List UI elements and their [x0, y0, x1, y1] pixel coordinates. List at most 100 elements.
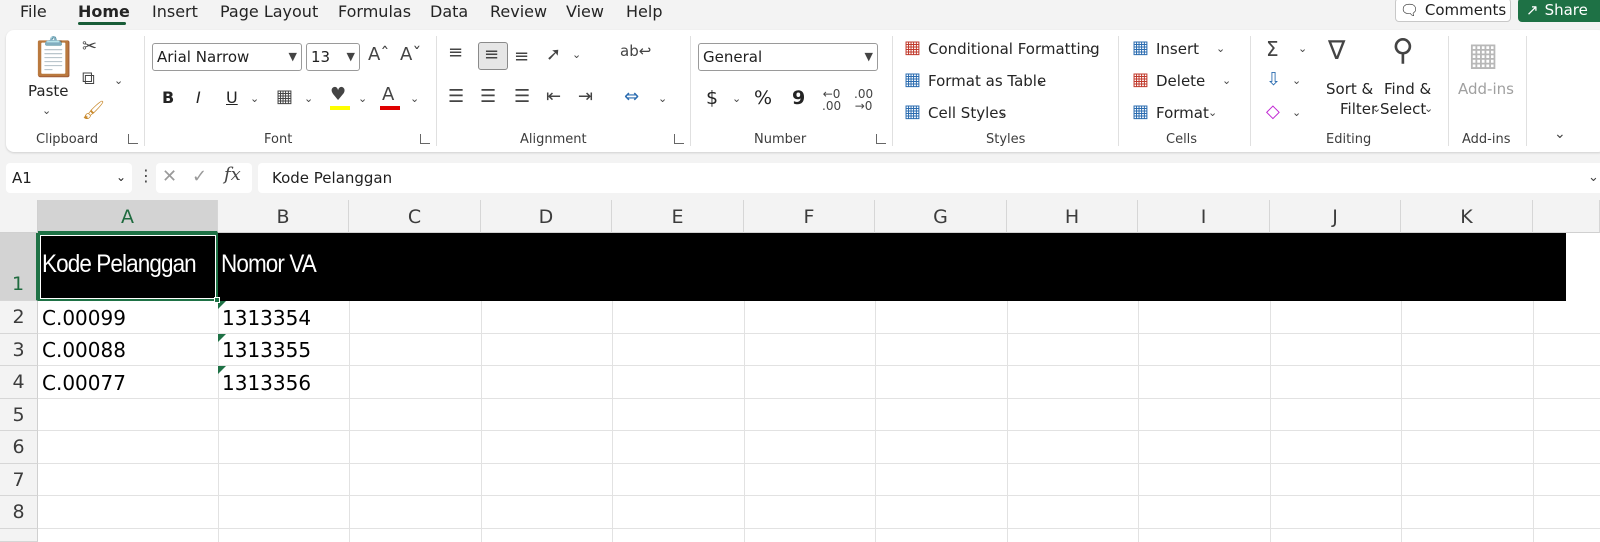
cell-b2[interactable]: 1313354: [222, 306, 311, 330]
cell-b4[interactable]: 1313356: [222, 371, 311, 395]
sort-filter-label-line1[interactable]: Sort &: [1326, 80, 1373, 98]
name-box[interactable]: A1 ⌄: [6, 163, 132, 193]
tab-review[interactable]: Review: [490, 2, 547, 21]
column-header-c[interactable]: C: [349, 200, 481, 233]
autosum-icon[interactable]: Σ: [1266, 39, 1279, 59]
chevron-down-icon[interactable]: ⌄: [304, 92, 313, 105]
orientation-icon[interactable]: ➚: [546, 46, 561, 64]
chevron-down-icon[interactable]: ⌄: [410, 92, 419, 105]
underline-button[interactable]: U: [226, 88, 238, 107]
chevron-down-icon[interactable]: ⌄: [572, 48, 581, 61]
row-header-4[interactable]: 4: [0, 366, 38, 399]
number-as-text-warning-icon[interactable]: [218, 366, 226, 374]
column-header-e[interactable]: E: [612, 200, 744, 233]
tab-view[interactable]: View: [566, 2, 604, 21]
decrease-decimal-icon[interactable]: .00 →0: [854, 88, 873, 112]
align-middle-icon[interactable]: ≡: [484, 46, 499, 64]
column-header-j[interactable]: J: [1270, 200, 1401, 233]
chevron-down-icon[interactable]: ⌄: [1036, 74, 1045, 87]
decrease-indent-icon[interactable]: ⇤: [546, 88, 561, 106]
align-left-icon[interactable]: ☰: [448, 88, 464, 106]
font-family-select[interactable]: Arial Narrow ▼: [152, 43, 302, 71]
chevron-down-icon[interactable]: ⌄: [42, 104, 51, 117]
dialog-launcher-icon[interactable]: l: [876, 134, 886, 144]
chevron-down-icon[interactable]: ⌄: [1424, 102, 1433, 115]
column-header-d[interactable]: D: [481, 200, 612, 233]
cell-a2[interactable]: C.00099: [42, 306, 126, 330]
cell-styles-button[interactable]: Cell Styles: [928, 104, 1006, 122]
number-format-select[interactable]: General ▼: [698, 43, 878, 71]
format-as-table-button[interactable]: Format as Table: [928, 72, 1046, 90]
add-ins-button[interactable]: Add-ins: [1458, 80, 1514, 98]
insert-function-icon[interactable]: fx: [224, 166, 241, 184]
increase-font-icon[interactable]: Aˆ: [368, 46, 389, 64]
paste-button[interactable]: Paste: [28, 82, 69, 100]
chevron-down-icon[interactable]: ⌄: [1222, 74, 1231, 87]
increase-decimal-icon[interactable]: ←0.00: [822, 88, 841, 112]
chevron-down-icon[interactable]: ⌄: [1208, 106, 1217, 119]
tab-home[interactable]: Home: [78, 2, 130, 21]
column-header-f[interactable]: F: [744, 200, 875, 233]
tab-data[interactable]: Data: [430, 2, 468, 21]
tab-page-layout[interactable]: Page Layout: [220, 2, 318, 21]
chevron-down-icon[interactable]: ⌄: [1216, 42, 1225, 55]
share-button[interactable]: ↗ Share: [1518, 0, 1600, 22]
tab-insert[interactable]: Insert: [152, 2, 198, 21]
fill-handle[interactable]: [214, 297, 220, 303]
enter-icon[interactable]: ✓: [192, 168, 207, 186]
cell-b1[interactable]: Nomor VA: [221, 250, 317, 279]
bold-button[interactable]: B: [162, 88, 174, 107]
cell-a4[interactable]: C.00077: [42, 371, 126, 395]
font-size-select[interactable]: 13 ▼: [306, 43, 360, 71]
align-bottom-icon[interactable]: ≡: [514, 48, 529, 66]
expand-formula-bar-icon[interactable]: ⌄: [1588, 170, 1599, 185]
cell-b3[interactable]: 1313355: [222, 338, 311, 362]
column-header-h[interactable]: H: [1007, 200, 1138, 233]
find-select-label-line2[interactable]: Select: [1380, 100, 1426, 118]
row-header-6[interactable]: 6: [0, 431, 38, 464]
decrease-font-icon[interactable]: Aˇ: [400, 46, 421, 64]
formula-input[interactable]: Kode Pelanggan: [258, 163, 1600, 193]
wrap-text-icon[interactable]: ab↩: [620, 44, 651, 59]
find-select-label-line1[interactable]: Find &: [1384, 80, 1431, 98]
cut-icon[interactable]: ✂: [82, 38, 97, 56]
column-header-b[interactable]: B: [218, 200, 349, 233]
tab-help[interactable]: Help: [626, 2, 662, 21]
dialog-launcher-icon[interactable]: l: [128, 134, 138, 144]
percent-button[interactable]: %: [754, 87, 772, 109]
currency-button[interactable]: $: [706, 87, 718, 109]
chevron-down-icon[interactable]: ⌄: [1086, 42, 1095, 55]
paste-icon[interactable]: 📋: [30, 38, 77, 76]
comma-style-button[interactable]: 9: [792, 87, 805, 109]
chevron-down-icon[interactable]: ⌄: [1298, 42, 1307, 55]
chevron-down-icon[interactable]: ⌄: [658, 92, 667, 105]
cancel-icon[interactable]: ✕: [162, 168, 177, 186]
dialog-launcher-icon[interactable]: l: [674, 134, 684, 144]
column-header-i[interactable]: I: [1138, 200, 1270, 233]
row-header-7[interactable]: 7: [0, 464, 38, 496]
row-header-2[interactable]: 2: [0, 301, 38, 334]
column-header-k[interactable]: K: [1401, 200, 1533, 233]
chevron-down-icon[interactable]: ⌄: [998, 106, 1007, 119]
increase-indent-icon[interactable]: ⇥: [578, 88, 593, 106]
row-header-3[interactable]: 3: [0, 334, 38, 366]
dialog-launcher-icon[interactable]: l: [420, 134, 430, 144]
fill-color-icon[interactable]: ♥: [330, 86, 346, 104]
format-cells-button[interactable]: Format: [1156, 104, 1209, 122]
row-header-9[interactable]: [0, 529, 38, 542]
cell-a3[interactable]: C.00088: [42, 338, 126, 362]
align-top-icon[interactable]: ≡: [448, 44, 463, 62]
italic-button[interactable]: I: [196, 88, 201, 107]
copy-icon[interactable]: ⧉: [82, 70, 95, 88]
column-header-a[interactable]: A: [38, 200, 218, 233]
conditional-formatting-button[interactable]: Conditional Formatting: [928, 40, 1100, 58]
comments-button[interactable]: 🗨 Comments: [1395, 0, 1511, 22]
select-all-corner[interactable]: [0, 200, 38, 233]
clear-icon[interactable]: ◇: [1266, 103, 1280, 121]
chevron-down-icon[interactable]: ⌄: [1292, 74, 1301, 87]
format-painter-icon[interactable]: 🖌: [82, 102, 105, 120]
chevron-down-icon[interactable]: ⌄: [732, 92, 741, 105]
chevron-down-icon[interactable]: ⌄: [250, 92, 259, 105]
row-header-1[interactable]: 1: [0, 233, 38, 301]
borders-icon[interactable]: ▦: [276, 88, 293, 106]
